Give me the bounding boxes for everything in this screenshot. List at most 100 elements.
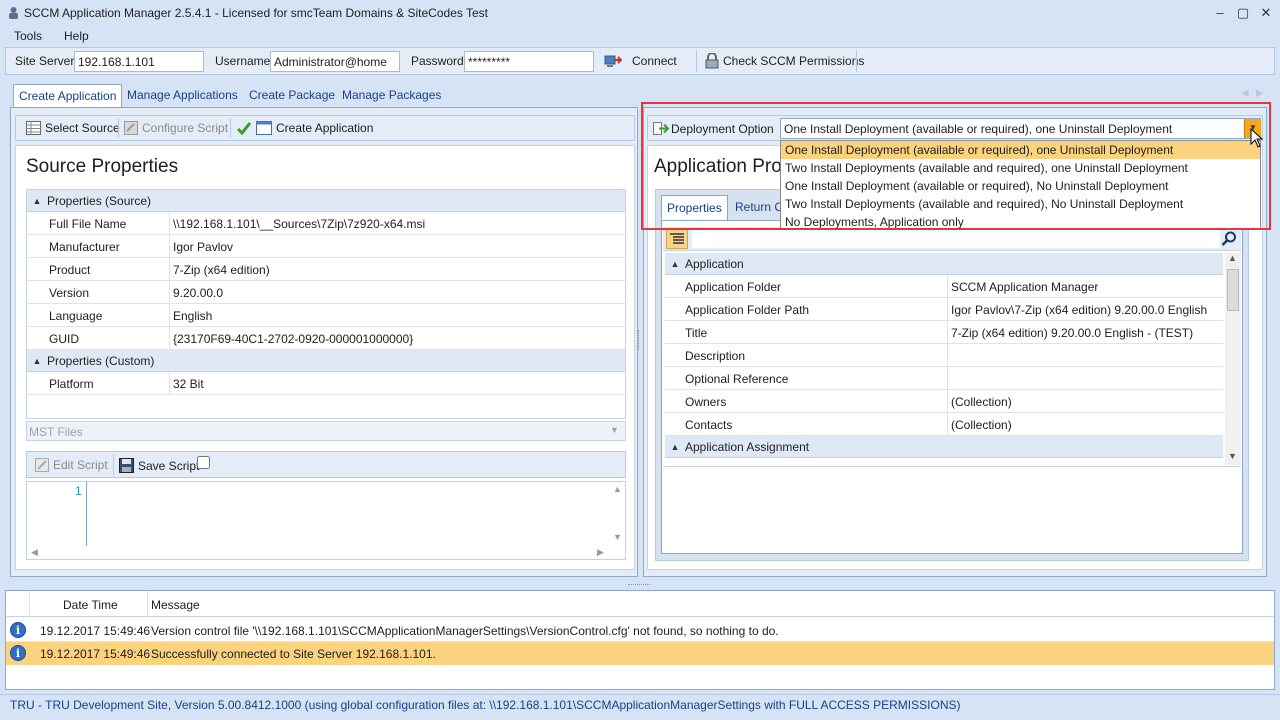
property-key: Application Folder Path <box>665 298 948 320</box>
property-grid-scrollbar[interactable]: ▲ ▼ <box>1225 253 1241 465</box>
property-row-manufacturer[interactable]: Manufacturer Igor Pavlov <box>27 235 625 258</box>
password-input[interactable] <box>464 51 594 72</box>
property-row-platform[interactable]: Platform 32 Bit <box>27 372 625 395</box>
vertical-splitter[interactable] <box>638 330 642 350</box>
maximize-button[interactable]: ▢ <box>1232 4 1254 22</box>
log-row[interactable]: i 19.12.2017 15:49:46 Version control fi… <box>6 619 1274 642</box>
property-value <box>948 344 951 366</box>
collapse-icon[interactable]: ▲ <box>665 259 685 269</box>
property-key: Optional Reference <box>665 367 948 389</box>
group-properties-source[interactable]: ▲ Properties (Source) <box>27 190 625 212</box>
property-row-language[interactable]: Language English <box>27 304 625 327</box>
property-row-contacts[interactable]: Contacts (Collection) <box>665 413 1223 436</box>
site-server-input[interactable] <box>74 51 204 72</box>
property-row-title[interactable]: Title 7-Zip (x64 edition) 9.20.00.0 Engl… <box>665 321 1223 344</box>
group-properties-custom[interactable]: ▲ Properties (Custom) <box>27 350 625 372</box>
column-header-datetime[interactable]: Date Time <box>63 598 118 612</box>
scroll-right-icon[interactable]: ▶ <box>1256 88 1264 99</box>
scroll-left-icon[interactable]: ◀ <box>31 547 38 558</box>
menu-help[interactable]: Help <box>60 29 93 43</box>
tab-create-package[interactable]: Create Package <box>244 84 340 108</box>
column-header-message[interactable]: Message <box>151 598 200 612</box>
scroll-right-icon[interactable]: ▶ <box>597 547 604 558</box>
line-number: 1 <box>75 484 82 498</box>
edit-script-button[interactable]: Edit Script <box>35 458 108 472</box>
property-row-description[interactable]: Description <box>665 344 1223 367</box>
toolbar-divider <box>856 50 857 72</box>
property-value: 32 Bit <box>173 377 204 391</box>
select-source-button[interactable]: Select Source <box>26 121 120 135</box>
property-row-version[interactable]: Version 9.20.00.0 <box>27 281 625 304</box>
property-key: Manufacturer <box>27 235 170 257</box>
property-value: Igor Pavlov\7-Zip (x64 edition) 9.20.00.… <box>951 303 1208 317</box>
mouse-cursor-icon <box>1250 128 1264 148</box>
log-message: Successfully connected to Site Server 19… <box>151 647 436 661</box>
username-label: Username <box>215 54 271 68</box>
tab-create-application[interactable]: Create Application <box>13 84 123 108</box>
property-row-guid[interactable]: GUID {23170F69-40C1-2702-0920-0000010000… <box>27 327 625 350</box>
window-title: SCCM Application Manager 2.5.4.1 - Licen… <box>24 6 488 20</box>
property-value <box>948 367 951 389</box>
property-row-owners[interactable]: Owners (Collection) <box>665 390 1223 413</box>
horizontal-splitter[interactable] <box>628 584 650 587</box>
connect-icon <box>604 55 622 67</box>
toolbar-divider <box>118 118 119 138</box>
group-application-assignment[interactable]: ▲ Application Assignment <box>665 436 1223 458</box>
tab-manage-applications[interactable]: Manage Applications <box>122 84 243 108</box>
mst-files-select[interactable]: MST Files ▼ <box>26 421 626 441</box>
collapse-icon[interactable]: ▲ <box>27 196 47 206</box>
scroll-left-icon[interactable]: ◀ <box>1241 88 1249 99</box>
chevron-down-icon[interactable]: ▼ <box>610 425 619 435</box>
property-row-application-folder-path[interactable]: Application Folder Path Igor Pavlov\7-Zi… <box>665 298 1223 321</box>
check-permissions-button[interactable]: Check SCCM Permissions <box>705 53 864 69</box>
tab-manage-packages[interactable]: Manage Packages <box>337 84 446 108</box>
info-icon: i <box>10 645 26 661</box>
property-row-application-folder[interactable]: Application Folder SCCM Application Mana… <box>665 275 1223 298</box>
script-editor[interactable]: 1 ▲ ▼ ◀ ▶ <box>26 481 626 560</box>
collapse-icon[interactable]: ▲ <box>27 356 47 366</box>
menu-tools[interactable]: Tools <box>10 29 46 43</box>
scroll-down-icon[interactable]: ▼ <box>1228 451 1237 461</box>
property-key: Language <box>27 304 170 326</box>
connect-button[interactable]: Connect <box>604 53 677 69</box>
search-icon[interactable] <box>1221 231 1237 247</box>
username-input[interactable] <box>270 51 400 72</box>
minimize-button[interactable]: – <box>1209 4 1231 22</box>
property-key: Platform <box>27 372 170 394</box>
group-application[interactable]: ▲ Application <box>665 253 1223 275</box>
highlight-frame <box>641 102 1271 230</box>
save-script-button[interactable]: Save Script <box>119 458 199 473</box>
property-key: Title <box>665 321 948 343</box>
menu-bar: Tools Help <box>0 27 1280 47</box>
group-label: Properties (Source) <box>47 193 152 208</box>
close-button[interactable]: ✕ <box>1255 4 1277 22</box>
configure-script-button[interactable]: Configure Script <box>124 121 228 135</box>
scroll-up-icon[interactable]: ▲ <box>1228 253 1237 263</box>
column-divider <box>147 591 148 617</box>
table-icon <box>26 121 41 135</box>
log-row-selected[interactable]: i 19.12.2017 15:49:46 Successfully conne… <box>6 642 1274 665</box>
scroll-up-icon[interactable]: ▲ <box>613 484 622 494</box>
property-value: Igor Pavlov <box>173 240 234 254</box>
status-text: TRU - TRU Development Site, Version 5.00… <box>10 698 961 712</box>
property-search-input[interactable] <box>691 229 1221 249</box>
status-bar: TRU - TRU Development Site, Version 5.00… <box>0 694 1280 720</box>
collapse-icon[interactable]: ▲ <box>665 442 685 452</box>
create-application-button[interactable]: Create Application <box>236 120 373 136</box>
site-server-label: Site Server <box>15 54 75 68</box>
message-log-grid: Date Time Message i 19.12.2017 15:49:46 … <box>5 590 1275 690</box>
grid-description-divider[interactable] <box>663 466 1241 467</box>
save-script-checkbox[interactable] <box>197 456 210 469</box>
property-key: Version <box>27 281 170 303</box>
property-row-product[interactable]: Product 7-Zip (x64 edition) <box>27 258 625 281</box>
property-row-full-file-name[interactable]: Full File Name \\192.168.1.101\__Sources… <box>27 212 625 235</box>
property-row-optional-reference[interactable]: Optional Reference <box>665 367 1223 390</box>
save-script-label: Save Script <box>138 458 200 473</box>
property-value: \\192.168.1.101\__Sources\7Zip\7z920-x64… <box>173 217 426 231</box>
property-key: Application Folder <box>665 275 948 297</box>
categorized-view-button[interactable] <box>666 229 688 249</box>
scrollbar-thumb[interactable] <box>1227 269 1239 311</box>
connect-label: Connect <box>632 54 677 68</box>
property-value: {23170F69-40C1-2702-0920-000001000000} <box>173 332 414 346</box>
scroll-down-icon[interactable]: ▼ <box>613 532 622 542</box>
